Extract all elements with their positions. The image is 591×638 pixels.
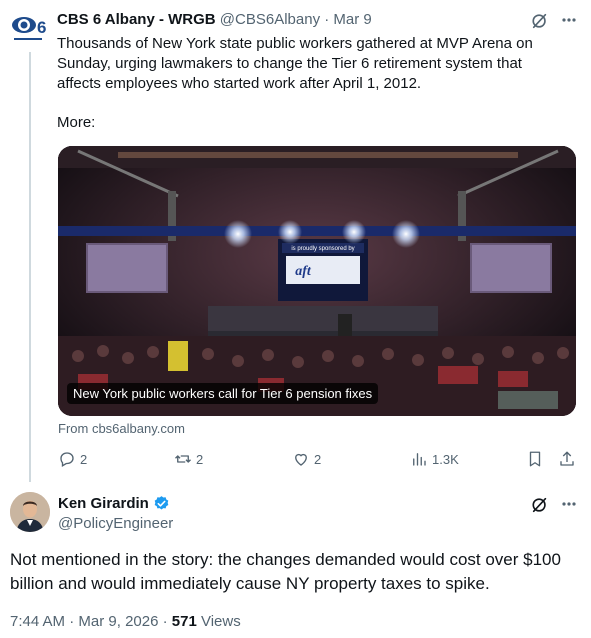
- bookmark-icon: [529, 451, 541, 467]
- bookmark-button[interactable]: [526, 450, 544, 468]
- link-preview-card[interactable]: is proudly sponsored by aft New York pub…: [58, 146, 576, 416]
- reply-button[interactable]: 2: [58, 450, 87, 468]
- repost-button[interactable]: 2: [174, 450, 203, 468]
- like-count: 2: [314, 451, 322, 467]
- tweet2-time[interactable]: 7:44 AM: [10, 613, 65, 630]
- verified-badge-icon: [154, 496, 169, 510]
- tweet2-author[interactable]: Ken Girardin: [58, 495, 170, 512]
- tweet2-views-count: 571: [171, 613, 197, 630]
- tweet2-handle[interactable]: @PolicyEngineer: [58, 515, 173, 532]
- tweet2-meta: 7:44 AM · Mar 9, 2026 · 571 Views: [10, 613, 241, 630]
- tweet1-action-bar: 2 2 2 1.3K: [58, 450, 578, 470]
- tweet2-date[interactable]: Mar 9, 2026: [78, 613, 158, 630]
- views-button[interactable]: 1.3K: [410, 450, 459, 468]
- tweet2-text: Not mentioned in the story: the changes …: [10, 550, 561, 593]
- avatar-channel-number: 6: [37, 18, 46, 37]
- repost-count: 2: [196, 451, 204, 467]
- tweet2-separator: ·: [69, 613, 75, 630]
- tweet1-author-name[interactable]: CBS 6 Albany - WRGB: [57, 11, 216, 28]
- screen-logo-text: aft: [295, 264, 312, 279]
- grok-icon[interactable]: [531, 496, 549, 514]
- ken-girardin-avatar[interactable]: [10, 492, 50, 532]
- analytics-bar-icon: [413, 453, 426, 466]
- like-button[interactable]: 2: [292, 450, 321, 468]
- arena-rally-image: is proudly sponsored by aft: [58, 146, 576, 416]
- cbs-eye-logo-icon: 6: [8, 7, 48, 47]
- tweet2-author-name[interactable]: Ken Girardin: [58, 495, 149, 512]
- screen-banner-text: is proudly sponsored by: [291, 246, 354, 252]
- cbs6-avatar[interactable]: 6: [8, 7, 48, 47]
- repost-icon: [175, 455, 191, 463]
- tweet2-separator-2: ·: [162, 613, 168, 630]
- tweet2-views-label: Views: [200, 613, 241, 630]
- card-source-link[interactable]: From cbs6albany.com: [58, 421, 185, 436]
- reply-count: 2: [80, 451, 88, 467]
- grok-icon[interactable]: [531, 12, 549, 30]
- more-options-icon[interactable]: [559, 10, 579, 30]
- card-caption: New York public workers call for Tier 6 …: [67, 383, 379, 404]
- heart-icon: [295, 453, 307, 466]
- tweet1-more-label: More:: [57, 114, 96, 131]
- person-portrait-icon: [10, 492, 50, 532]
- tweet1-text: Thousands of New York state public worke…: [57, 35, 533, 92]
- tweet1-separator: ·: [324, 11, 330, 28]
- reply-icon: [60, 452, 74, 467]
- tweet1-date[interactable]: Mar 9: [333, 11, 371, 28]
- tweet1-header: CBS 6 Albany - WRGB @CBS6Albany · Mar 9: [57, 11, 372, 28]
- more-options-icon[interactable]: [559, 494, 579, 514]
- share-icon: [560, 451, 574, 466]
- thread-connector-line: [29, 52, 31, 482]
- share-button[interactable]: [558, 450, 576, 468]
- tweet1-handle[interactable]: @CBS6Albany: [220, 11, 320, 28]
- view-count: 1.3K: [432, 451, 459, 467]
